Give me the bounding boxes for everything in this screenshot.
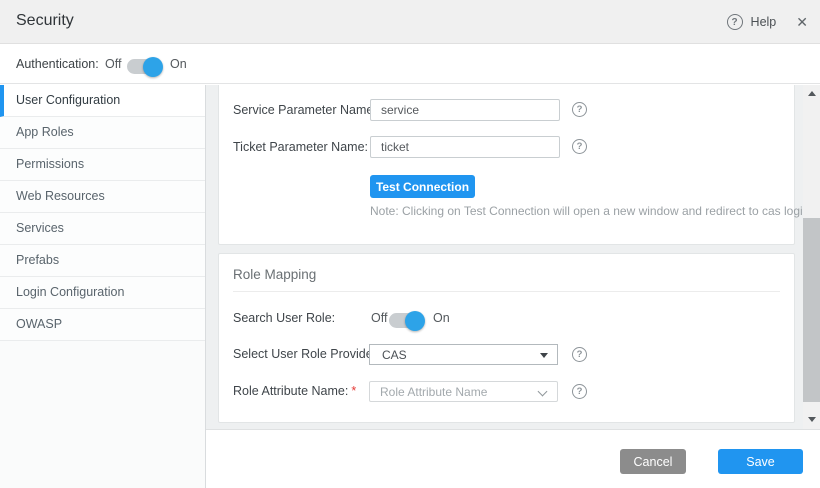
test-connection-button[interactable]: Test Connection xyxy=(370,175,475,198)
test-connection-note: Note: Clicking on Test Connection will o… xyxy=(370,204,803,218)
authentication-bar: Authentication: Off On xyxy=(0,45,820,84)
scrollbar-thumb[interactable] xyxy=(803,218,820,402)
role-mapping-card: Role Mapping Search User Role: Off On Se… xyxy=(218,253,795,423)
authentication-toggle[interactable] xyxy=(127,59,159,74)
service-parameter-label: Service Parameter Name:* xyxy=(233,103,385,117)
role-mapping-title: Role Mapping xyxy=(233,267,316,282)
save-button[interactable]: Save xyxy=(718,449,803,474)
service-parameter-help-icon[interactable]: ? xyxy=(572,102,587,117)
role-attribute-combobox xyxy=(369,381,558,402)
help-link[interactable]: Help xyxy=(751,15,777,29)
help-icon[interactable]: ? xyxy=(727,14,743,30)
header-actions: ? Help ✕ xyxy=(727,0,808,44)
search-user-role-off-label: Off xyxy=(371,311,387,325)
authentication-on-label: On xyxy=(170,57,187,71)
sidebar-item-permissions[interactable]: Permissions xyxy=(0,149,205,181)
sidebar-item-owasp[interactable]: OWASP xyxy=(0,309,205,341)
provider-select[interactable]: CAS xyxy=(369,344,558,365)
toggle-knob-icon xyxy=(143,57,163,77)
sidebar-item-web-resources[interactable]: Web Resources xyxy=(0,181,205,213)
security-dialog: Security ? Help ✕ Authentication: Off On… xyxy=(0,0,820,488)
service-parameter-input[interactable] xyxy=(370,99,560,121)
cas-configuration-card: Service Parameter Name:* ? Ticket Parame… xyxy=(218,85,795,245)
sidebar-item-app-roles[interactable]: App Roles xyxy=(0,117,205,149)
role-attribute-help-icon[interactable]: ? xyxy=(572,384,587,399)
content-scroll-region: Service Parameter Name:* ? Ticket Parame… xyxy=(206,85,803,429)
vertical-scrollbar[interactable] xyxy=(803,85,820,429)
sidebar-item-prefabs[interactable]: Prefabs xyxy=(0,245,205,277)
cancel-button[interactable]: Cancel xyxy=(620,449,686,474)
sidebar-item-user-configuration[interactable]: User Configuration xyxy=(0,85,205,117)
sidebar-item-login-configuration[interactable]: Login Configuration xyxy=(0,277,205,309)
ticket-parameter-label: Ticket Parameter Name:* xyxy=(233,140,376,154)
provider-label: Select User Role Provider: xyxy=(233,347,380,361)
required-asterisk: * xyxy=(351,384,356,398)
authentication-off-label: Off xyxy=(105,57,121,71)
ticket-parameter-input[interactable] xyxy=(370,136,560,158)
authentication-label: Authentication: xyxy=(16,57,99,71)
ticket-parameter-help-icon[interactable]: ? xyxy=(572,139,587,154)
select-caret-icon xyxy=(540,353,548,358)
toggle-knob-icon xyxy=(405,311,425,331)
close-icon[interactable]: ✕ xyxy=(796,14,808,31)
role-attribute-input[interactable] xyxy=(370,382,557,401)
scroll-down-arrow-icon[interactable] xyxy=(808,417,816,422)
sidebar-item-services[interactable]: Services xyxy=(0,213,205,245)
dialog-header: Security ? Help ✕ xyxy=(0,0,820,44)
search-user-role-label: Search User Role: xyxy=(233,311,335,325)
search-user-role-on-label: On xyxy=(433,311,450,325)
page-title: Security xyxy=(16,12,74,30)
settings-sidebar: User Configuration App Roles Permissions… xyxy=(0,85,206,488)
provider-selected-value: CAS xyxy=(382,348,407,362)
provider-help-icon[interactable]: ? xyxy=(572,347,587,362)
role-attribute-label: Role Attribute Name:* xyxy=(233,384,356,398)
search-user-role-toggle[interactable] xyxy=(389,313,421,328)
dialog-footer: Cancel Save xyxy=(206,429,820,488)
scroll-up-arrow-icon[interactable] xyxy=(808,91,816,96)
role-mapping-divider xyxy=(233,291,780,292)
